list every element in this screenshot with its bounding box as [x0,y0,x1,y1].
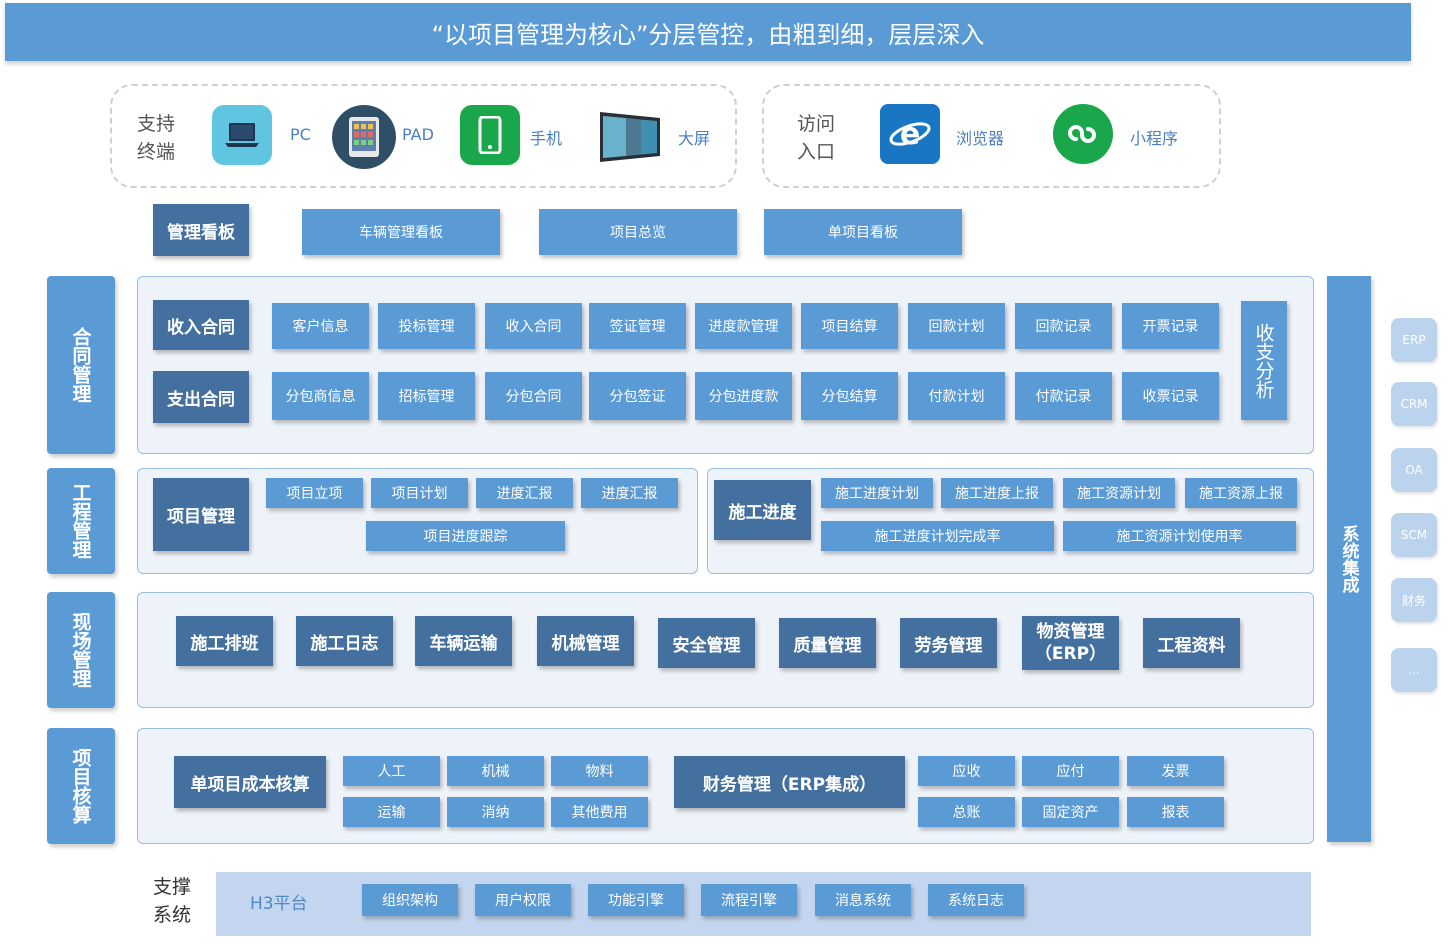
project-item[interactable]: 进度汇报 [476,478,573,508]
integration-system-more[interactable]: ... [1391,648,1437,692]
access-label-mini-program: 小程序 [1130,129,1179,148]
support-item[interactable]: 功能引擎 [588,884,684,916]
finance-management-title: 财务管理（ERP集成） [674,756,905,808]
h3-platform-label: H3平台 [250,894,308,914]
income-item[interactable]: 开票记录 [1122,303,1219,349]
construction-rate-button[interactable]: 施工资源计划使用率 [1063,521,1296,551]
income-item[interactable]: 收入合同 [485,303,582,349]
mini-program-icon [1053,104,1113,164]
construction-item[interactable]: 施工进度上报 [941,478,1053,508]
cost-item[interactable]: 物料 [551,756,648,786]
integration-system-oa[interactable]: OA [1391,448,1437,492]
site-item[interactable]: 施工日志 [296,616,393,666]
support-item[interactable]: 用户权限 [475,884,571,916]
revenue-expense-analysis-button[interactable]: 收支分析 [1241,301,1287,420]
project-item[interactable]: 项目立项 [266,478,363,508]
banner-title: “以项目管理为核心”分层管控，由粗到细，层层深入 [5,3,1411,61]
income-item[interactable]: 签证管理 [589,303,686,349]
dashboard-overview-button[interactable]: 项目总览 [539,209,737,255]
finance-item[interactable]: 发票 [1127,756,1224,786]
finance-item[interactable]: 应收 [918,756,1015,786]
integration-system-finance[interactable]: 财务 [1391,578,1437,622]
expense-item[interactable]: 分包签证 [589,372,686,420]
laptop-icon [212,105,272,165]
side-contract-management: 合同管理 [47,276,115,454]
device-label-phone: 手机 [530,129,563,148]
cost-item[interactable]: 机械 [447,756,544,786]
finance-item[interactable]: 总账 [918,797,1015,827]
access-label: 访问 入口 [797,113,836,163]
expense-item[interactable]: 招标管理 [378,372,475,420]
income-item[interactable]: 回款计划 [908,303,1005,349]
income-item[interactable]: 投标管理 [378,303,475,349]
side-engineering-management: 工程管理 [47,468,115,574]
side-site-management: 现场管理 [47,592,115,708]
income-item[interactable]: 客户信息 [272,303,369,349]
tablet-icon [332,105,396,169]
construction-progress-title: 施工进度 [714,480,811,540]
expense-contract-title: 支出合同 [153,371,249,423]
device-label-pc: PC [290,125,311,144]
finance-item[interactable]: 应付 [1022,756,1119,786]
support-system-label: 支撑 系统 [153,876,192,926]
site-item[interactable]: 物资管理 （ERP） [1022,616,1119,670]
browser-icon: e [880,104,940,164]
cost-item[interactable]: 其他费用 [551,797,648,827]
finance-item[interactable]: 固定资产 [1022,797,1119,827]
svg-text:e: e [900,117,920,152]
construction-item[interactable]: 施工进度计划 [821,478,933,508]
expense-item[interactable]: 分包合同 [485,372,582,420]
system-integration-bar: 系统集成 [1327,276,1371,842]
device-label-big-screen: 大屏 [678,129,711,148]
support-item[interactable]: 流程引擎 [701,884,797,916]
project-item[interactable]: 项目计划 [371,478,468,508]
access-label-browser: 浏览器 [956,129,1005,148]
site-item[interactable]: 安全管理 [658,618,755,668]
single-project-cost-title: 单项目成本核算 [174,756,326,808]
expense-item[interactable]: 分包结算 [801,372,898,420]
dashboard-vehicle-button[interactable]: 车辆管理看板 [302,209,500,255]
support-item[interactable]: 消息系统 [815,884,911,916]
side-project-accounting: 项目核算 [47,728,115,844]
site-item[interactable]: 工程资料 [1143,618,1240,668]
expense-item[interactable]: 付款记录 [1015,372,1112,420]
cost-item[interactable]: 消纳 [447,797,544,827]
support-item[interactable]: 系统日志 [928,884,1024,916]
integration-system-scm[interactable]: SCM [1391,513,1437,557]
device-label-pad: PAD [402,125,434,144]
dashboard-single-project-button[interactable]: 单项目看板 [764,209,962,255]
phone-icon [460,105,520,165]
big-screen-icon [596,108,664,166]
cost-item[interactable]: 人工 [343,756,440,786]
integration-system-crm[interactable]: CRM [1391,382,1437,426]
project-management-title: 项目管理 [153,478,249,551]
income-item[interactable]: 项目结算 [801,303,898,349]
terminals-label: 支持 终端 [137,113,176,163]
finance-item[interactable]: 报表 [1127,797,1224,827]
expense-item[interactable]: 分包进度款 [695,372,792,420]
dashboard-title: 管理看板 [153,204,249,256]
income-contract-title: 收入合同 [153,300,249,350]
support-item[interactable]: 组织架构 [362,884,458,916]
integration-system-erp[interactable]: ERP [1391,318,1437,362]
construction-rate-button[interactable]: 施工进度计划完成率 [821,521,1054,551]
income-item[interactable]: 回款记录 [1015,303,1112,349]
expense-item[interactable]: 付款计划 [908,372,1005,420]
site-item[interactable]: 劳务管理 [900,618,997,668]
site-item[interactable]: 车辆运输 [415,616,512,666]
expense-item[interactable]: 收票记录 [1122,372,1219,420]
site-item[interactable]: 质量管理 [779,618,876,668]
site-item[interactable]: 施工排班 [176,616,273,666]
project-item[interactable]: 进度汇报 [581,478,678,508]
project-progress-tracking-button[interactable]: 项目进度跟踪 [366,521,565,551]
cost-item[interactable]: 运输 [343,797,440,827]
expense-item[interactable]: 分包商信息 [272,372,369,420]
construction-item[interactable]: 施工资源上报 [1185,478,1297,508]
construction-item[interactable]: 施工资源计划 [1063,478,1175,508]
income-item[interactable]: 进度款管理 [695,303,792,349]
site-item[interactable]: 机械管理 [537,616,634,666]
